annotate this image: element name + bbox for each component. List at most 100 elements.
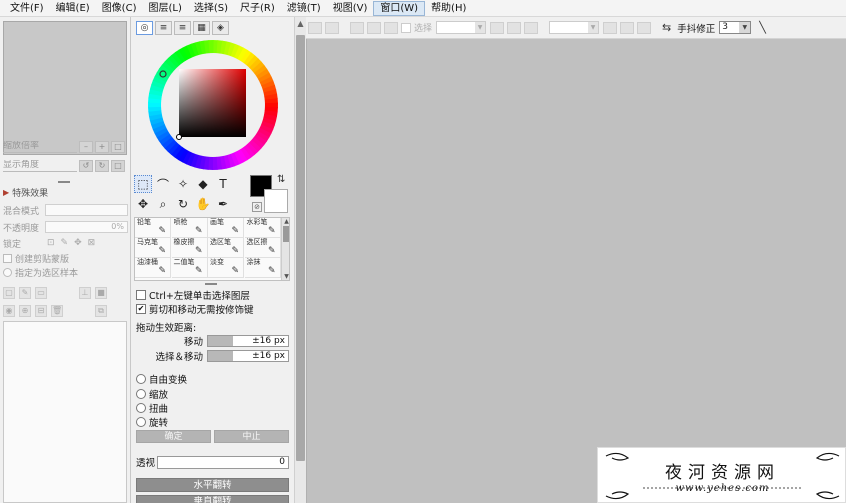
effects-header[interactable]: ▶ 特殊效果 — [3, 186, 128, 199]
select-move-distance-slider[interactable]: ±16 px — [207, 349, 289, 362]
menu-item[interactable]: 图层(L) — [142, 1, 187, 16]
new-linework-icon[interactable]: ✎ — [19, 287, 31, 299]
brush-slot[interactable]: 涂抹 ✎ — [244, 258, 281, 278]
zoom-out-button[interactable] — [490, 21, 505, 34]
opacity-slider[interactable]: 0% — [45, 221, 128, 233]
flip-view-icon[interactable]: ⇆ — [662, 21, 671, 34]
menu-item[interactable]: 文件(F) — [4, 1, 50, 16]
zoom-label[interactable]: 缩放倍率 — [3, 141, 77, 153]
zoom-reset-button[interactable] — [524, 21, 539, 34]
shape-icon[interactable]: ◆ — [194, 175, 212, 193]
rect-select-icon[interactable]: ⬚ — [134, 175, 152, 193]
layer-clear-icon[interactable]: ■ — [95, 287, 107, 299]
rotate-reset-button[interactable]: □ — [111, 160, 125, 172]
swap-colors-icon[interactable]: ⇅ — [277, 174, 285, 185]
ctrl-select-row[interactable]: Ctrl+左键单击选择图层 — [136, 288, 250, 302]
brush-slot[interactable]: 水彩笔 ✎ — [244, 218, 281, 238]
clipping-row[interactable]: 创建剪贴蒙版 — [3, 252, 69, 265]
free-transform-radio[interactable] — [136, 373, 146, 384]
brush-slot[interactable]: 马克笔 ✎ — [135, 238, 171, 258]
brush-scrollbar[interactable]: ▲ ▼ — [281, 218, 289, 280]
scratchpad-tab[interactable]: ◈ — [212, 21, 229, 35]
brush-slot[interactable]: 淡变 ✎ — [208, 258, 244, 278]
undo-button[interactable] — [308, 21, 322, 34]
scale-row[interactable]: 缩放 — [136, 387, 168, 401]
stabilizer-select[interactable]: 3 ▼ — [719, 21, 752, 34]
layer-list[interactable] — [3, 321, 127, 503]
flip-vertical-button[interactable]: 垂直翻转 — [136, 495, 289, 503]
new-layer-icon[interactable]: ▢ — [3, 287, 15, 299]
clipping-checkbox[interactable] — [3, 254, 12, 263]
duplicate-layer-icon[interactable]: ⧉ — [95, 305, 107, 317]
rotate-radio[interactable] — [136, 416, 146, 427]
rotate-right-button[interactable]: ↻ — [95, 160, 109, 172]
magic-wand-icon[interactable]: ✧ — [174, 175, 192, 193]
lock-transparency-icon[interactable]: ⊡ — [47, 238, 55, 248]
brush-slot[interactable]: 选区擦 ✎ — [244, 238, 281, 258]
zoom-in-button[interactable] — [507, 21, 522, 34]
tools-scroll-thumb[interactable] — [296, 35, 305, 461]
menu-item[interactable]: 尺子(R) — [234, 1, 281, 16]
layer-merge-icon[interactable]: ⊥ — [79, 287, 91, 299]
invert-selection-button[interactable] — [367, 21, 381, 34]
brush-slot[interactable]: 二值笔 ✎ — [171, 258, 208, 278]
rotate-left-button[interactable] — [603, 21, 618, 34]
zoom-out-button[interactable]: – — [79, 141, 93, 153]
menu-item[interactable]: 编辑(E) — [50, 1, 96, 16]
show-selection-button[interactable] — [384, 21, 398, 34]
menu-item[interactable]: 滤镜(T) — [281, 1, 327, 16]
color-wheel-tab[interactable]: ◎ — [136, 21, 153, 35]
menu-item[interactable]: 选择(S) — [188, 1, 234, 16]
transparent-color-icon[interactable]: ⊘ — [252, 202, 262, 212]
reference-checkbox[interactable] — [3, 268, 12, 277]
redo-button[interactable] — [325, 21, 339, 34]
sv-marker[interactable] — [176, 134, 182, 140]
scroll-up-icon[interactable]: ▲ — [282, 218, 289, 225]
panel-splitter[interactable] — [58, 181, 70, 183]
hsv-slider-tab[interactable]: ≡ — [174, 21, 191, 35]
cut-move-checkbox[interactable]: ✔ — [136, 303, 146, 314]
transfer-down-icon[interactable]: ⊕ — [19, 305, 31, 317]
text-tool-icon[interactable]: T — [214, 175, 232, 193]
rotate-label[interactable]: 显示角度 — [3, 160, 77, 172]
lock-paint-icon[interactable]: ✎ — [61, 238, 69, 248]
tools-scrollbar[interactable]: ▲ — [294, 17, 306, 503]
color-wheel-graphic[interactable] — [148, 40, 278, 170]
cut-move-row[interactable]: ✔ 剪切和移动无需按修饰键 — [136, 302, 254, 316]
color-wheel[interactable] — [148, 40, 278, 170]
brush-scroll-thumb[interactable] — [283, 226, 289, 242]
brush-slot[interactable]: 橡皮擦 ✎ — [171, 238, 208, 258]
move-distance-slider[interactable]: ±16 px — [207, 334, 289, 347]
deselect-button[interactable] — [350, 21, 364, 34]
rgb-slider-tab[interactable]: ≡ — [155, 21, 172, 35]
scroll-up-icon[interactable]: ▲ — [296, 19, 305, 31]
scroll-down-icon[interactable]: ▼ — [282, 273, 289, 280]
brush-slot[interactable]: 画笔 ✎ — [208, 218, 244, 238]
merge-down-icon[interactable]: ⊟ — [35, 305, 47, 317]
brush-panel-splitter[interactable] — [205, 283, 217, 285]
rotate-view-icon[interactable]: ↻ — [174, 195, 192, 213]
background-color-swatch[interactable] — [264, 189, 288, 213]
new-folder-icon[interactable]: ▭ — [35, 287, 47, 299]
menu-item[interactable]: 窗口(W) — [373, 0, 426, 16]
rotate-left-button[interactable]: ↺ — [79, 160, 93, 172]
hand-icon[interactable]: ✋ — [194, 195, 212, 213]
layer-mask-icon[interactable]: ◉ — [3, 305, 15, 317]
brush-slot[interactable]: 油漆桶 ✎ — [135, 258, 171, 278]
lock-all-icon[interactable]: ⊠ — [88, 238, 96, 248]
zoom-select[interactable]: ▼ — [436, 21, 487, 34]
rotate-right-button[interactable] — [620, 21, 635, 34]
menu-item[interactable]: 帮助(H) — [425, 1, 472, 16]
cancel-button[interactable]: 中止 — [214, 430, 289, 443]
zoom-reset-button[interactable]: □ — [111, 141, 125, 153]
reference-row[interactable]: 指定为选区样本 — [3, 266, 78, 279]
free-transform-row[interactable]: 自由变换 — [136, 372, 187, 386]
straight-line-icon[interactable]: ╲ — [759, 21, 766, 34]
perspective-input[interactable]: 0 — [157, 455, 289, 469]
swatch-tab[interactable]: ▦ — [193, 21, 210, 35]
ok-button[interactable]: 确定 — [136, 430, 211, 443]
flip-horizontal-button[interactable]: 水平翻转 — [136, 478, 289, 492]
ctrl-select-checkbox[interactable] — [136, 289, 146, 300]
distort-radio[interactable] — [136, 402, 146, 413]
rotation-select[interactable]: ▼ — [549, 21, 600, 34]
